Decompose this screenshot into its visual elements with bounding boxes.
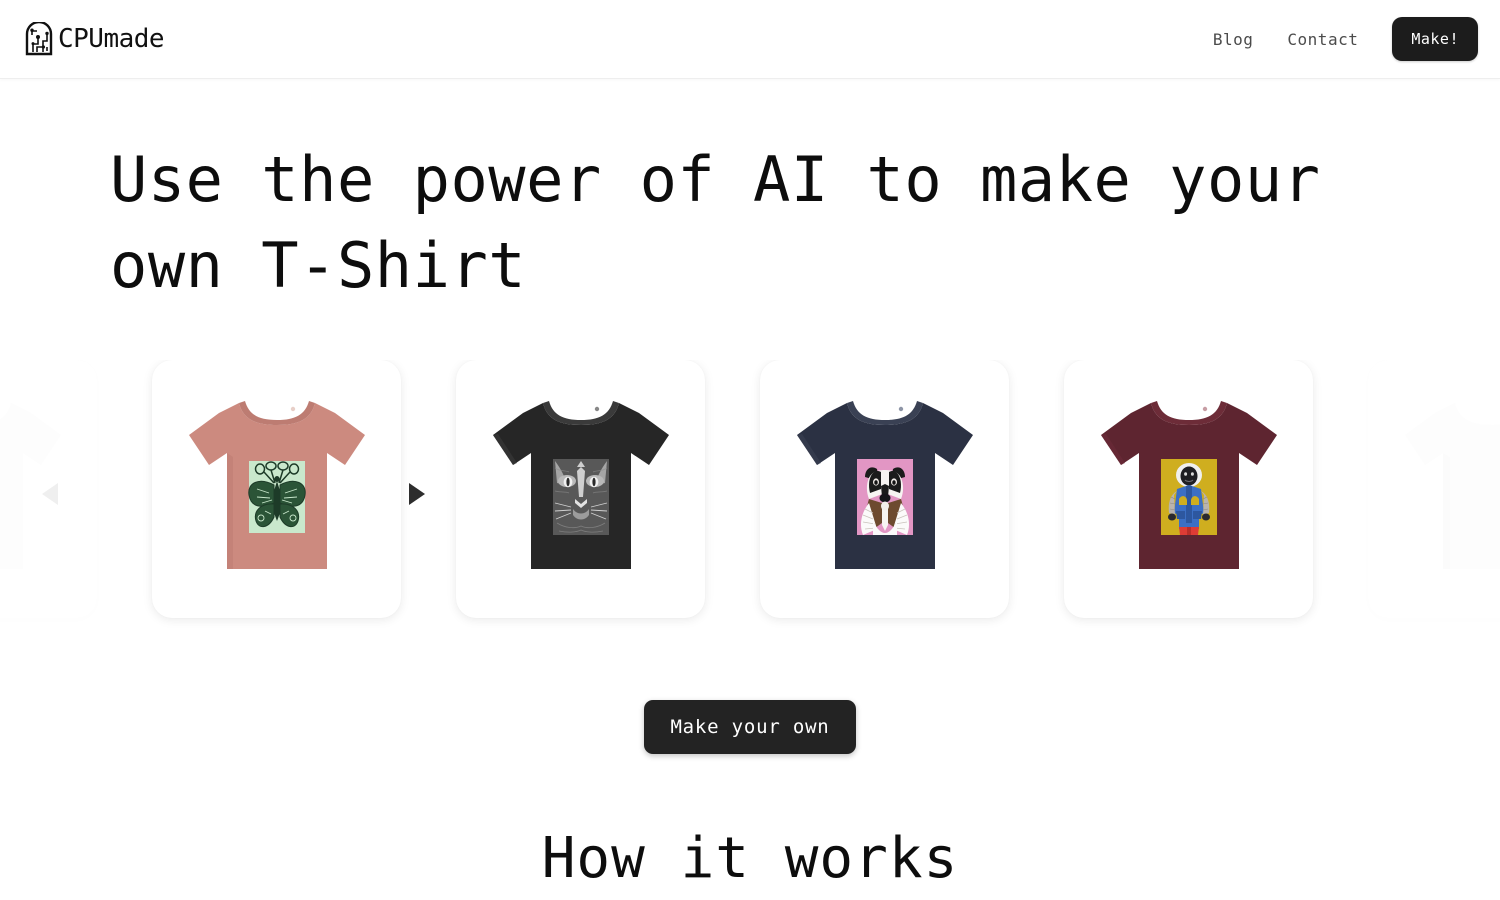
main-nav: Blog Contact Make! — [1213, 17, 1478, 61]
shirt-card-butterfly[interactable] — [152, 360, 401, 619]
shirt-card-cat[interactable] — [456, 360, 705, 619]
carousel-track — [0, 360, 1500, 619]
cpu-chip-fingerprint-icon — [24, 22, 54, 56]
hero-section: Use the power of AI to make your own T-S… — [0, 79, 1500, 308]
carousel-prev-button[interactable] — [33, 477, 67, 511]
make-button[interactable]: Make! — [1392, 17, 1478, 61]
main-content: Use the power of AI to make your own T-S… — [0, 79, 1500, 891]
carousel-next-button[interactable] — [400, 477, 434, 511]
nav-link-blog[interactable]: Blog — [1213, 30, 1254, 49]
shirt-card-dog[interactable] — [760, 360, 1009, 619]
chevron-right-icon — [409, 483, 425, 506]
nav-link-contact[interactable]: Contact — [1287, 30, 1358, 49]
shirt-card-partial-right[interactable] — [1368, 360, 1500, 619]
chevron-left-icon — [42, 483, 58, 506]
shirt-carousel[interactable] — [0, 360, 1500, 628]
make-your-own-button[interactable]: Make your own — [644, 700, 856, 755]
brand-logo[interactable]: CPUmade — [24, 22, 165, 56]
brand-name: CPUmade — [58, 24, 165, 54]
shirt-card-monkey[interactable] — [1064, 360, 1313, 619]
page-title: Use the power of AI to make your own T-S… — [110, 143, 1359, 302]
site-header: CPUmade Blog Contact Make! — [0, 0, 1500, 79]
how-it-works-heading: How it works — [541, 826, 959, 892]
hero-cta-wrapper: Make your own — [0, 700, 1500, 755]
